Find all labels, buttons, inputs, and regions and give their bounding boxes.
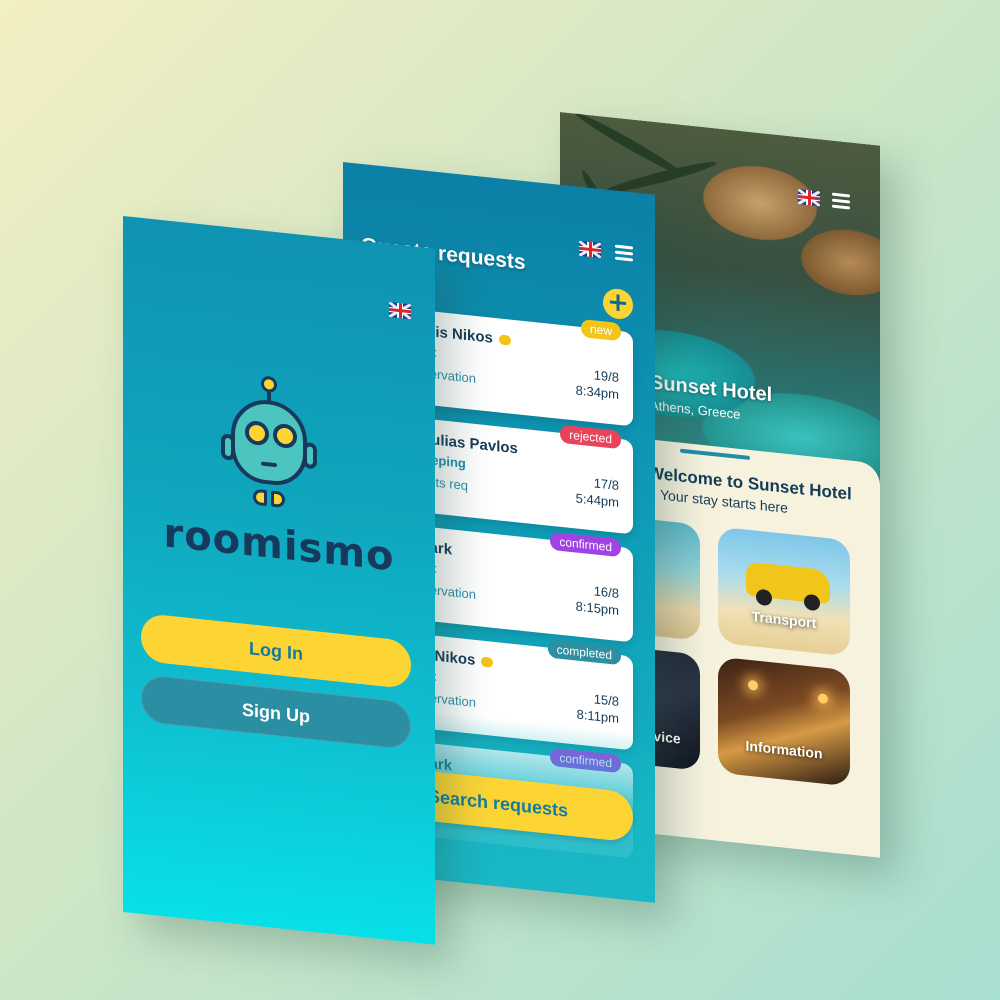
tile-label: Information — [745, 737, 823, 762]
uk-flag-icon[interactable] — [579, 240, 601, 259]
status-badge: completed — [547, 639, 621, 666]
chat-bubble-icon[interactable] — [481, 656, 494, 668]
tile-information[interactable]: Information — [718, 656, 850, 787]
status-badge: rejected — [560, 424, 621, 450]
robot-logo-icon — [221, 371, 321, 522]
request-time: 8:34pm — [575, 382, 619, 403]
taxi-icon — [746, 561, 830, 612]
brand-logo: roomismo — [163, 510, 395, 581]
request-time: 5:44pm — [575, 490, 619, 511]
signup-button[interactable]: Sign Up — [141, 673, 411, 751]
request-datetime: 15/8 8:11pm — [577, 689, 619, 727]
add-request-button[interactable]: + — [603, 287, 633, 321]
login-screen: roomismo Log In Sign Up — [123, 216, 435, 945]
menu-icon[interactable] — [832, 192, 850, 210]
chat-bubble-icon[interactable] — [498, 334, 511, 346]
status-badge: new — [580, 319, 621, 342]
request-time: 8:11pm — [576, 706, 619, 727]
tile-label: Transport — [751, 608, 817, 631]
request-time: 8:15pm — [575, 598, 619, 619]
request-datetime: 16/8 8:15pm — [576, 580, 619, 619]
tile-transport[interactable]: Transport — [718, 526, 850, 657]
menu-icon[interactable] — [615, 244, 633, 262]
drag-handle[interactable] — [680, 448, 750, 460]
status-badge: confirmed — [550, 531, 621, 558]
uk-flag-icon[interactable] — [389, 301, 411, 320]
request-datetime: 19/8 8:34pm — [576, 364, 619, 403]
uk-flag-icon[interactable] — [798, 189, 820, 207]
request-datetime: 17/8 5:44pm — [576, 472, 619, 511]
